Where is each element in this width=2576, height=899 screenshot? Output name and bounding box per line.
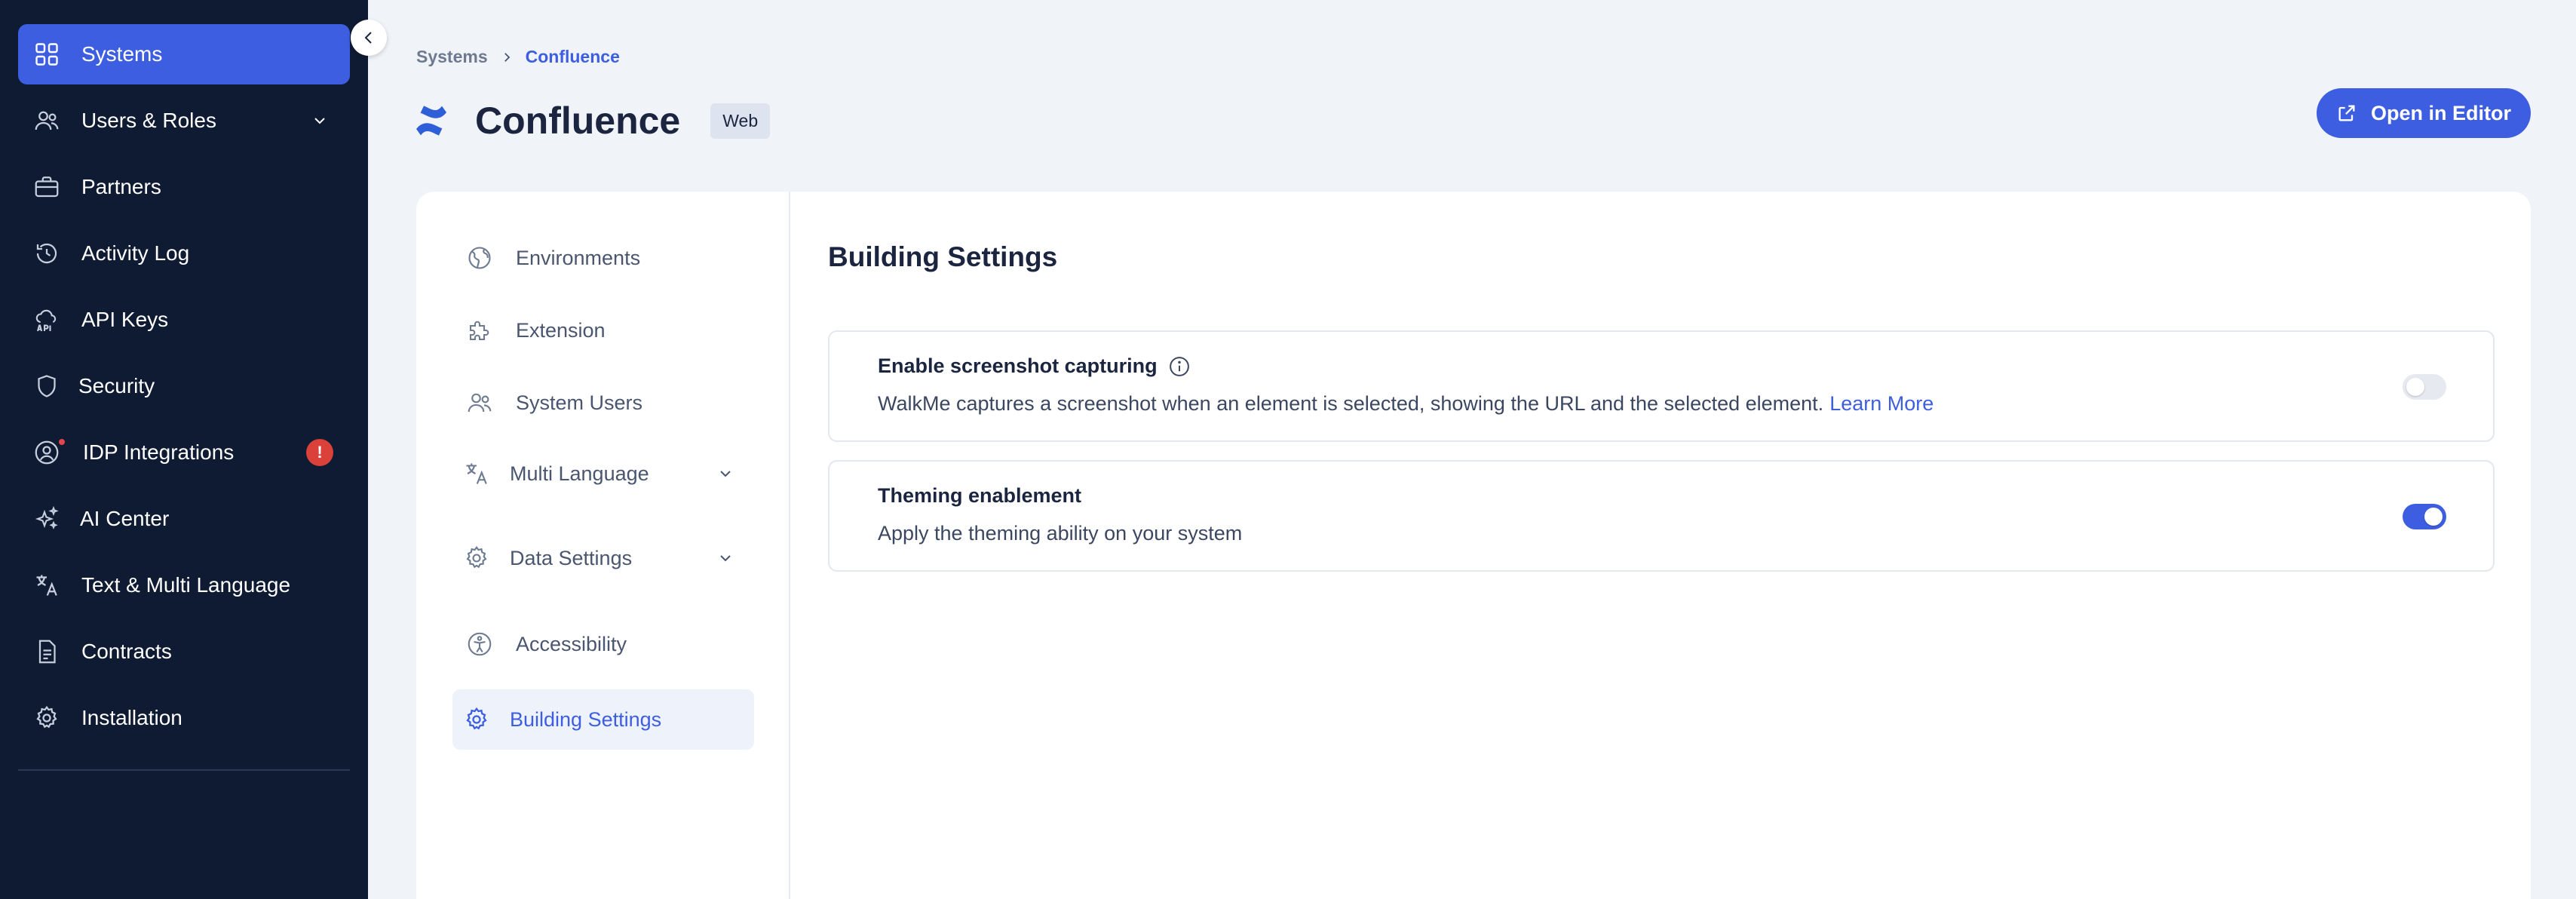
confluence-logo-icon [416,106,446,136]
puzzle-icon [466,317,493,344]
sidebar-divider [18,769,350,771]
sidebar-item-security[interactable]: Security [18,356,350,416]
sidebar: Systems Users & Roles Partners Activity … [0,0,368,899]
external-link-icon [2338,105,2355,121]
breadcrumb: Systems Confluence [416,47,620,67]
sidebar-item-label: Contracts [81,640,172,663]
users-icon [466,389,493,416]
subnav-item-data-settings[interactable]: Data Settings [452,528,754,588]
open-in-editor-button[interactable]: Open in Editor [2317,88,2531,138]
toggle-knob [2424,508,2443,526]
chevron-down-icon[interactable] [716,465,734,483]
subnav-item-label: Extension [516,318,606,342]
subnav-item-environments[interactable]: Environments [452,228,754,288]
setting-description-text: WalkMe captures a screenshot when an ele… [878,392,1824,415]
api-cloud-icon [33,306,60,333]
subnav-item-label: Data Settings [510,546,633,569]
sparkles-icon [33,505,60,532]
page-title: Confluence [475,100,681,142]
subnav-item-label: Accessibility [516,632,627,655]
gear-icon [33,704,60,732]
setting-row-theming-enablement: Theming enablement Apply the theming abi… [828,460,2495,572]
sidebar-item-activity-log[interactable]: Activity Log [18,223,350,284]
app-root: Systems Users & Roles Partners Activity … [0,0,2576,899]
settings-content: Building Settings Enable screenshot capt… [828,192,2495,899]
sidebar-item-installation[interactable]: Installation [18,688,350,748]
gear-icon [463,545,490,572]
alert-badge: ! [306,439,333,466]
setting-description: Apply the theming ability on your system [878,522,1242,545]
settings-subnav: Environments Extension System Users Mult… [416,192,790,899]
setting-description-text: Apply the theming ability on your system [878,522,1243,545]
theming-enablement-toggle[interactable] [2403,504,2446,529]
collapse-sidebar-button[interactable] [351,20,387,56]
page-header: Confluence Web [413,98,771,143]
setting-title: Theming enablement [878,484,1081,508]
idp-user-icon [33,439,60,466]
sidebar-item-label: IDP Integrations [83,440,235,464]
translate-icon [33,572,60,599]
sidebar-item-label: Activity Log [81,241,190,265]
gear-icon [463,706,490,733]
sidebar-item-ai-center[interactable]: AI Center [18,489,350,549]
sidebar-item-partners[interactable]: Partners [18,157,350,217]
setting-title: Enable screenshot capturing [878,354,1191,378]
setting-title-text: Enable screenshot capturing [878,354,1158,377]
sidebar-item-idp-integrations[interactable]: IDP Integrations ! [18,422,350,483]
sidebar-item-users-roles[interactable]: Users & Roles [18,91,350,151]
subnav-item-label: Multi Language [510,462,649,485]
history-icon [33,240,60,267]
chevron-left-icon [364,32,372,44]
breadcrumb-current: Confluence [525,47,620,66]
breadcrumb-systems-link[interactable]: Systems [416,47,488,67]
accessibility-icon [466,631,493,658]
chevron-right-icon [504,52,510,62]
open-in-editor-label: Open in Editor [2371,101,2511,124]
sidebar-item-label: Installation [81,706,182,729]
users-icon [33,107,60,134]
subnav-item-system-users[interactable]: System Users [452,373,754,433]
system-type-badge: Web [710,103,771,139]
briefcase-icon [33,173,60,201]
setting-description: WalkMe captures a screenshot when an ele… [878,392,1934,416]
document-icon [33,638,60,665]
info-icon[interactable] [1168,355,1191,378]
sidebar-item-api-keys[interactable]: API Keys [18,290,350,350]
screenshot-capturing-toggle[interactable] [2403,374,2446,400]
settings-card: Environments Extension System Users Mult… [416,192,2531,899]
notification-dot [57,437,66,446]
setting-title-text: Theming enablement [878,484,1082,507]
translate-icon [463,460,490,487]
sidebar-item-label: Text & Multi Language [81,573,291,597]
setting-row-screenshot-capturing: Enable screenshot capturing WalkMe captu… [828,330,2495,442]
grid-icon [33,41,60,68]
sidebar-item-label: AI Center [80,507,170,530]
sidebar-item-contracts[interactable]: Contracts [18,621,350,682]
shield-icon [33,373,60,400]
subnav-item-label: Environments [516,246,641,269]
subnav-item-accessibility[interactable]: Accessibility [452,614,754,674]
sidebar-item-systems[interactable]: Systems [18,24,350,84]
subnav-item-extension[interactable]: Extension [452,300,754,361]
subnav-item-label: System Users [516,391,643,414]
learn-more-link[interactable]: Learn More [1829,392,1934,415]
sidebar-item-label: Systems [81,42,163,66]
section-title: Building Settings [828,241,1058,272]
subnav-item-building-settings[interactable]: Building Settings [452,689,754,750]
sidebar-item-label: API Keys [81,308,169,331]
sidebar-item-label: Partners [81,175,161,198]
globe-icon [466,244,493,272]
chevron-down-icon[interactable] [716,549,734,567]
subnav-item-label: Building Settings [510,707,662,731]
toggle-knob [2406,378,2424,396]
sidebar-item-label: Security [78,374,155,397]
chevron-down-icon[interactable] [311,112,329,130]
sidebar-item-text-multi-language[interactable]: Text & Multi Language [18,555,350,615]
subnav-item-multi-language[interactable]: Multi Language [452,443,754,504]
sidebar-item-label: Users & Roles [81,109,216,132]
